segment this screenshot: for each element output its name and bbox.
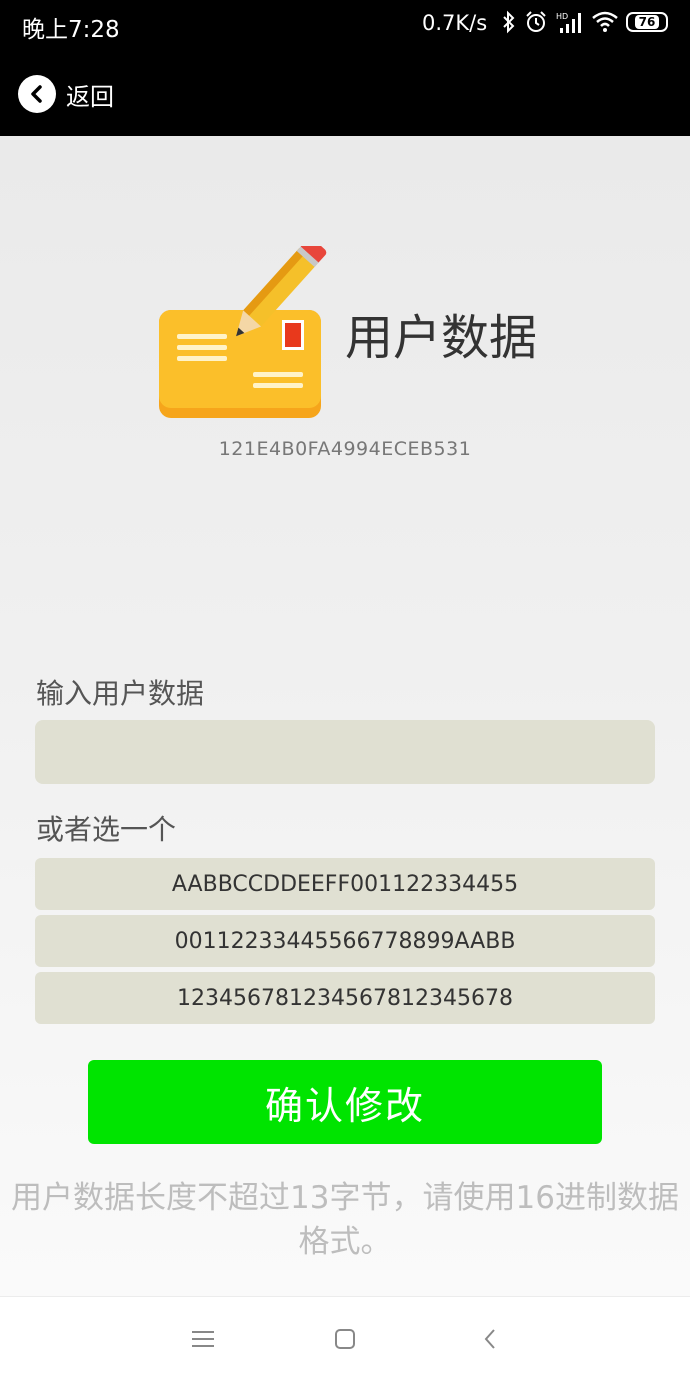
status-icons: HD 76 bbox=[502, 10, 668, 34]
user-data-input[interactable] bbox=[35, 720, 655, 784]
back-arrow-icon bbox=[18, 75, 56, 113]
device-id: 121E4B0FA4994ECEB531 bbox=[218, 438, 472, 460]
preset-option[interactable]: 00112233445566778899AABB bbox=[35, 915, 655, 967]
preset-option[interactable]: 123456781234567812345678 bbox=[35, 972, 655, 1024]
status-time: 晚上7:28 bbox=[22, 17, 120, 43]
wifi-icon bbox=[592, 11, 618, 32]
confirm-button[interactable]: 确认修改 bbox=[88, 1060, 602, 1144]
choose-label: 或者选一个 bbox=[36, 813, 177, 846]
network-speed: 0.7K/s bbox=[422, 11, 488, 35]
main-content: 用户数据 121E4B0FA4994ECEB531 输入用户数据 或者选一个 A… bbox=[0, 136, 690, 1296]
page-title: 用户数据 bbox=[345, 310, 538, 366]
signal-hd-icon: HD bbox=[556, 12, 581, 33]
top-bar: 返回 bbox=[0, 52, 690, 136]
back-button[interactable]: 返回 bbox=[18, 74, 114, 114]
envelope-pencil-icon bbox=[159, 246, 327, 418]
input-label: 输入用户数据 bbox=[36, 677, 205, 710]
format-hint: 用户数据长度不超过13字节，请使用16进制数据格式。 bbox=[11, 1180, 679, 1260]
battery-icon: 76 bbox=[626, 12, 668, 32]
back-icon[interactable] bbox=[470, 1321, 510, 1357]
battery-level: 76 bbox=[634, 15, 660, 29]
svg-text:HD: HD bbox=[556, 12, 568, 21]
menu-icon[interactable] bbox=[183, 1321, 223, 1357]
home-icon[interactable] bbox=[325, 1321, 365, 1357]
back-label: 返回 bbox=[66, 82, 114, 111]
nav-bar bbox=[0, 1296, 690, 1380]
preset-option[interactable]: AABBCCDDEEFF001122334455 bbox=[35, 858, 655, 910]
status-bar: 晚上7:28 0.7K/s HD 76 bbox=[0, 0, 690, 52]
bluetooth-icon bbox=[503, 10, 515, 34]
alarm-icon bbox=[526, 11, 546, 32]
